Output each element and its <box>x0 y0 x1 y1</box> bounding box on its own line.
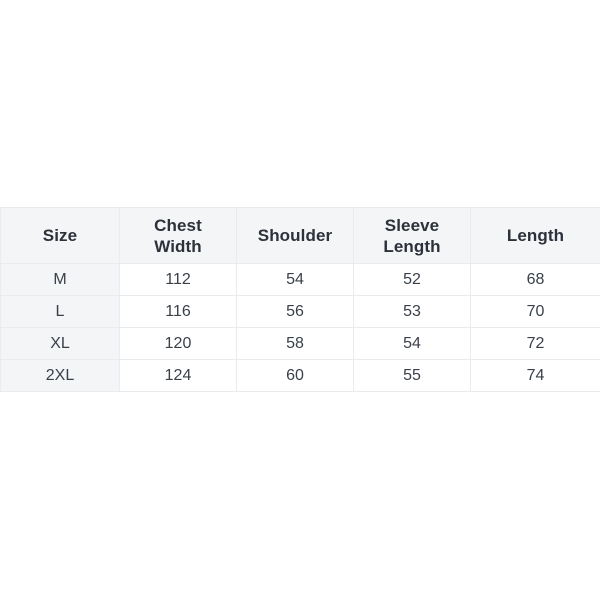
size-chart-container: Size Chest Width Shoulder Sleeve Length … <box>0 207 600 392</box>
cell-sleeve-length: 52 <box>353 263 471 296</box>
cell-shoulder: 56 <box>236 295 354 328</box>
cell-shoulder: 60 <box>236 359 354 392</box>
size-chart-table: Size Chest Width Shoulder Sleeve Length … <box>0 207 600 392</box>
cell-size: M <box>0 263 120 296</box>
column-header-sleeve-length: Sleeve Length <box>353 207 471 264</box>
cell-size: L <box>0 295 120 328</box>
table-row: M 112 54 52 68 <box>0 263 600 296</box>
cell-length: 74 <box>470 359 600 392</box>
table-row: L 116 56 53 70 <box>0 295 600 328</box>
cell-chest-width: 112 <box>119 263 237 296</box>
column-header-chest-width: Chest Width <box>119 207 237 264</box>
cell-shoulder: 58 <box>236 327 354 360</box>
column-header-sleeve-length-line2: Length <box>383 236 441 256</box>
table-body: M 112 54 52 68 L 116 56 53 70 XL 120 58 … <box>0 263 600 392</box>
table-row: 2XL 124 60 55 74 <box>0 359 600 392</box>
cell-shoulder: 54 <box>236 263 354 296</box>
table-header: Size Chest Width Shoulder Sleeve Length … <box>0 207 600 264</box>
cell-sleeve-length: 55 <box>353 359 471 392</box>
column-header-chest-width-line1: Chest <box>154 215 202 235</box>
cell-length: 70 <box>470 295 600 328</box>
column-header-chest-width-line2: Width <box>154 236 202 256</box>
column-header-size-label: Size <box>42 226 78 245</box>
cell-size: XL <box>0 327 120 360</box>
column-header-length: Length <box>470 207 600 264</box>
cell-length: 72 <box>470 327 600 360</box>
column-header-sleeve-length-line1: Sleeve <box>384 215 440 235</box>
table-row: XL 120 58 54 72 <box>0 327 600 360</box>
cell-sleeve-length: 54 <box>353 327 471 360</box>
column-header-size: Size <box>0 207 120 264</box>
cell-chest-width: 124 <box>119 359 237 392</box>
column-header-shoulder: Shoulder <box>236 207 354 264</box>
column-header-length-label: Length <box>506 226 565 245</box>
cell-length: 68 <box>470 263 600 296</box>
column-header-shoulder-label: Shoulder <box>257 226 333 245</box>
cell-chest-width: 120 <box>119 327 237 360</box>
table-header-row: Size Chest Width Shoulder Sleeve Length … <box>0 207 600 264</box>
cell-chest-width: 116 <box>119 295 237 328</box>
cell-size: 2XL <box>0 359 120 392</box>
cell-sleeve-length: 53 <box>353 295 471 328</box>
